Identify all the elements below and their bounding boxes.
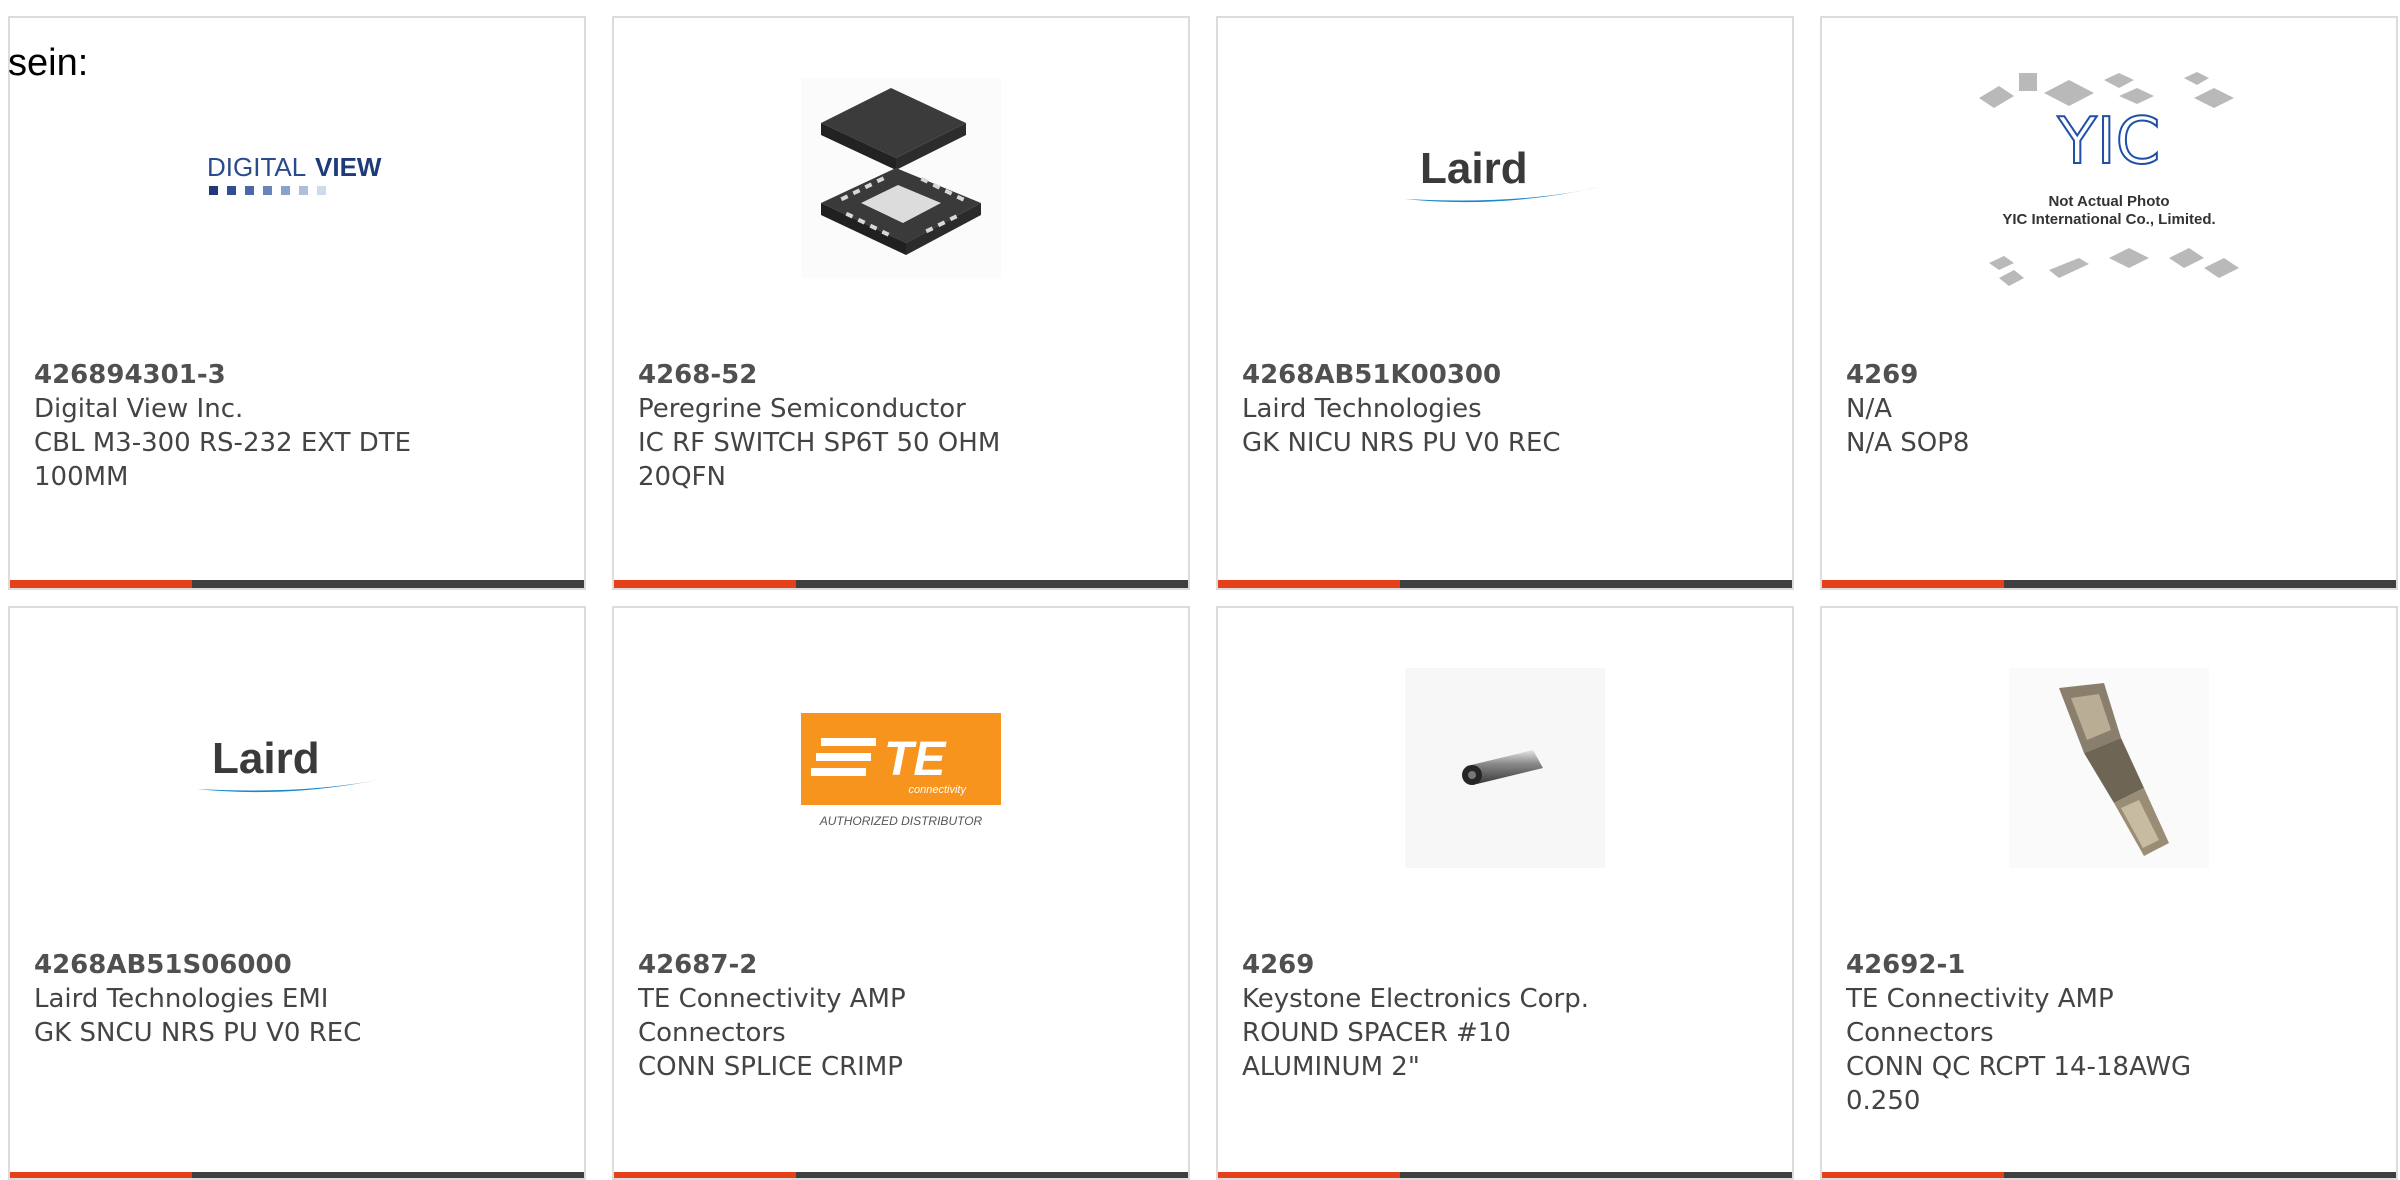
description: IC RF SWITCH SP6T 50 OHM 20QFN: [638, 428, 1001, 492]
product-info: 42692-1 TE Connectivity AMP Connectors C…: [1846, 948, 2246, 1118]
lead-text: sein:: [8, 42, 89, 84]
part-number[interactable]: 42687-2: [638, 948, 1038, 982]
product-image[interactable]: TE connectivity AUTHORIZED DISTRIBUTOR: [614, 653, 1188, 883]
card-bottom-bar: [1822, 580, 2396, 588]
part-number[interactable]: 4268AB51S06000: [34, 948, 434, 982]
product-image[interactable]: [614, 63, 1188, 293]
product-card[interactable]: 4269 Keystone Electronics Corp. ROUND SP…: [1216, 606, 1794, 1180]
manufacturer: Keystone Electronics Corp.: [1242, 984, 1590, 1014]
product-card[interactable]: TE connectivity AUTHORIZED DISTRIBUTOR 4…: [612, 606, 1190, 1180]
svg-text:YIC International Co., Limited: YIC International Co., Limited.: [2002, 211, 2215, 228]
laird-logo: Laird: [1405, 144, 1600, 203]
part-number[interactable]: 426894301-3: [34, 358, 434, 392]
product-info: 42687-2 TE Connectivity AMP Connectors C…: [638, 948, 1038, 1084]
product-info: 4268-52 Peregrine Semiconductor IC RF SW…: [638, 358, 1038, 494]
qfn-chip-icon: [801, 78, 1001, 278]
manufacturer: N/A: [1846, 394, 1892, 424]
part-number[interactable]: 42692-1: [1846, 948, 2246, 982]
digitalview-logo: DIGITAL VIEW: [207, 152, 382, 195]
svg-text:YIC: YIC: [2057, 105, 2161, 179]
product-image[interactable]: YIC Not Actual Photo YIC International C…: [1822, 63, 2396, 293]
description: ROUND SPACER #10 ALUMINUM 2": [1242, 1018, 1511, 1082]
svg-text:DIGITAL: DIGITAL: [207, 152, 306, 182]
te-logo: TE connectivity AUTHORIZED DISTRIBUTOR: [801, 713, 1001, 828]
product-card[interactable]: YIC Not Actual Photo YIC International C…: [1820, 16, 2398, 590]
product-card[interactable]: 4268-52 Peregrine Semiconductor IC RF SW…: [612, 16, 1190, 590]
description: GK SNCU NRS PU V0 REC: [34, 1018, 362, 1048]
product-image[interactable]: [1822, 653, 2396, 883]
product-card[interactable]: Laird 4268AB51K00300 Laird Technologies …: [1216, 16, 1794, 590]
manufacturer: Laird Technologies: [1242, 394, 1482, 424]
card-bottom-bar: [614, 580, 1188, 588]
part-number[interactable]: 4268AB51K00300: [1242, 358, 1642, 392]
manufacturer: Laird Technologies EMI: [34, 984, 329, 1014]
yic-placeholder: YIC Not Actual Photo YIC International C…: [1979, 72, 2239, 286]
card-accent: [1822, 580, 2004, 588]
card-accent: [10, 580, 192, 588]
description: CONN SPLICE CRIMP: [638, 1052, 903, 1082]
svg-text:Laird: Laird: [212, 734, 320, 783]
laird-logo: Laird: [197, 734, 392, 793]
product-image[interactable]: Laird: [10, 653, 584, 883]
svg-text:Not Actual Photo: Not Actual Photo: [2048, 193, 2169, 210]
product-image[interactable]: [1218, 653, 1792, 883]
product-grid: DIGITAL VIEW 426894301-3 Digital View In…: [8, 16, 2398, 1180]
svg-text:VIEW: VIEW: [315, 152, 382, 182]
product-info: 426894301-3 Digital View Inc. CBL M3-300…: [34, 358, 434, 494]
product-info: 4268AB51K00300 Laird Technologies GK NIC…: [1242, 358, 1642, 460]
product-card[interactable]: 42692-1 TE Connectivity AMP Connectors C…: [1820, 606, 2398, 1180]
product-image[interactable]: Laird: [1218, 63, 1792, 293]
card-bottom-bar: [1218, 580, 1792, 588]
spacer-photo-icon: [1405, 668, 1605, 868]
card-accent: [1218, 580, 1400, 588]
card-accent: [614, 580, 796, 588]
quick-connect-terminal-icon: [2009, 668, 2209, 868]
description: CONN QC RCPT 14-18AWG 0.250: [1846, 1052, 2192, 1116]
card-bottom-bar: [10, 580, 584, 588]
svg-text:TE: TE: [884, 733, 947, 786]
part-number[interactable]: 4269: [1846, 358, 2246, 392]
product-card[interactable]: Laird 4268AB51S06000 Laird Technologies …: [8, 606, 586, 1180]
manufacturer: TE Connectivity AMP Connectors: [1846, 984, 2114, 1048]
description: CBL M3-300 RS-232 EXT DTE 100MM: [34, 428, 412, 492]
svg-text:Laird: Laird: [1420, 144, 1528, 193]
description: N/A SOP8: [1846, 428, 1970, 458]
part-number[interactable]: 4268-52: [638, 358, 1038, 392]
manufacturer: Digital View Inc.: [34, 394, 244, 424]
product-image[interactable]: DIGITAL VIEW: [10, 63, 584, 293]
manufacturer: Peregrine Semiconductor: [638, 394, 966, 424]
product-info: 4268AB51S06000 Laird Technologies EMI GK…: [34, 948, 434, 1050]
manufacturer: TE Connectivity AMP Connectors: [638, 984, 906, 1048]
svg-text:connectivity: connectivity: [909, 784, 968, 796]
description: GK NICU NRS PU V0 REC: [1242, 428, 1561, 458]
part-number[interactable]: 4269: [1242, 948, 1642, 982]
product-card[interactable]: DIGITAL VIEW 426894301-3 Digital View In…: [8, 16, 586, 590]
product-info: 4269 Keystone Electronics Corp. ROUND SP…: [1242, 948, 1642, 1084]
product-info: 4269 N/A N/A SOP8: [1846, 358, 2246, 460]
svg-text:AUTHORIZED DISTRIBUTOR: AUTHORIZED DISTRIBUTOR: [819, 814, 983, 828]
